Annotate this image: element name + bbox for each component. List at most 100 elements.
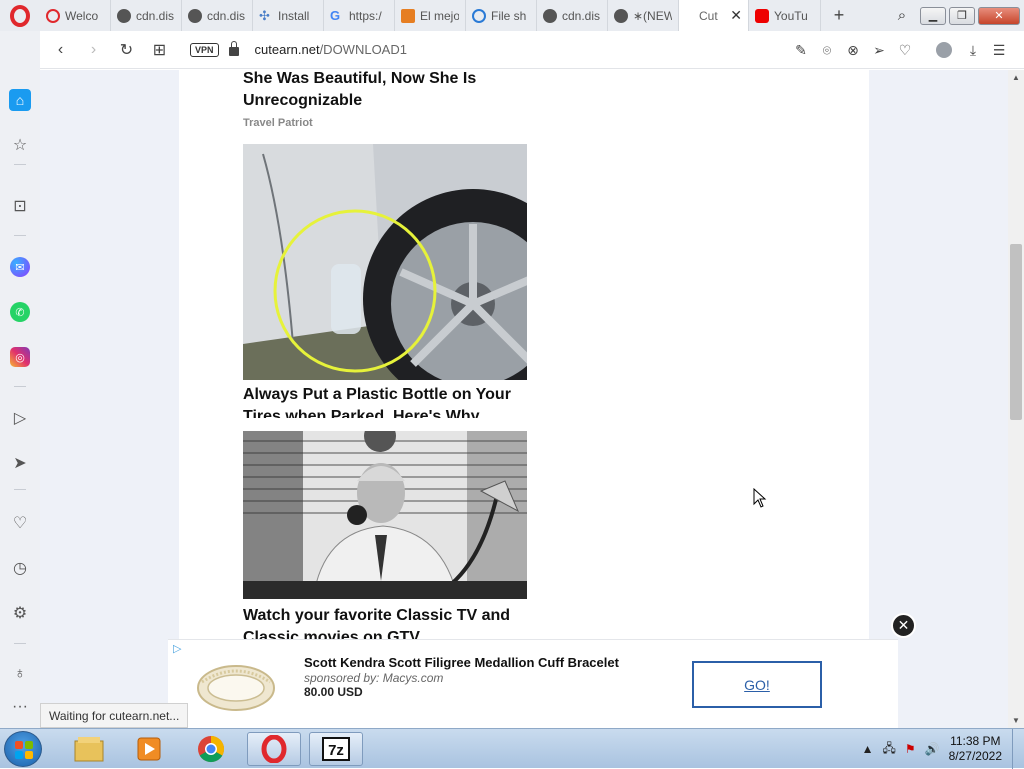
scrollbar-thumb[interactable]: [1010, 244, 1022, 420]
profile-avatar[interactable]: [936, 42, 952, 58]
tab-cdn-2[interactable]: cdn.dis: [182, 0, 253, 31]
back-button[interactable]: ‹: [44, 41, 77, 59]
whatsapp-icon[interactable]: ✆: [10, 302, 30, 322]
ad-go-button[interactable]: GO!: [692, 661, 822, 708]
shopping-bag-icon[interactable]: ⊡: [9, 195, 31, 217]
article-title-2[interactable]: Always Put a Plastic Bottle on Your Tire…: [243, 384, 527, 418]
clock-time: 11:38 PM: [950, 734, 1001, 748]
ad-sponsor: sponsored by: Macys.com: [304, 671, 444, 685]
url-domain: cutearn.net: [254, 42, 320, 57]
lock-icon[interactable]: [228, 41, 239, 56]
sidebar-divider: [14, 235, 26, 236]
folder-icon: [74, 737, 104, 762]
status-bar: Waiting for cutearn.net...: [40, 703, 189, 728]
opera-taskbar-button[interactable]: [247, 732, 301, 766]
new-tab-button[interactable]: +: [821, 5, 857, 26]
action-center-flag-icon[interactable]: ⚑: [905, 742, 916, 756]
7zip-taskbar-button[interactable]: 7z: [309, 732, 363, 766]
ad-choices-icon[interactable]: ▷: [173, 642, 181, 655]
tab-new[interactable]: ∗(NEW: [608, 0, 679, 31]
clock[interactable]: 11:38 PM 8/27/2022: [949, 734, 1002, 764]
globe-icon: [117, 8, 131, 23]
scroll-down-icon[interactable]: ▼: [1008, 716, 1024, 725]
bookmarks-heart-icon[interactable]: ♡: [9, 512, 31, 534]
windows-taskbar: 7z ▲ 🖧 ⚑ 🔊 11:38 PM 8/27/2022: [0, 728, 1024, 769]
history-clock-icon[interactable]: ◷: [9, 557, 31, 579]
article-image-tire[interactable]: [243, 144, 527, 380]
show-desktop-button[interactable]: [1012, 729, 1024, 769]
start-button[interactable]: [4, 731, 42, 767]
close-window-button[interactable]: ✕: [978, 6, 1020, 25]
volume-icon[interactable]: 🔊: [925, 742, 940, 756]
system-tray: ▲ 🖧 ⚑ 🔊 11:38 PM 8/27/2022: [862, 729, 1024, 769]
star-icon[interactable]: ☆: [9, 134, 31, 156]
article-source-1[interactable]: Travel Patriot: [243, 117, 313, 129]
tab-grid-icon[interactable]: ⊞: [143, 40, 176, 60]
network-icon[interactable]: 🖧: [883, 739, 896, 760]
forward-button[interactable]: ›: [77, 41, 110, 59]
opera-menu-button[interactable]: [0, 0, 40, 31]
tab-youtube[interactable]: YouTu: [749, 0, 821, 31]
scroll-up-icon[interactable]: ▲: [1008, 73, 1024, 82]
settings-gear-icon[interactable]: ⚙: [9, 602, 31, 624]
mouse-cursor-icon: [753, 488, 767, 508]
home-icon[interactable]: ⌂: [9, 89, 31, 111]
tab-file-share[interactable]: File sh: [466, 0, 537, 31]
instagram-icon[interactable]: ◎: [10, 347, 30, 367]
restore-button[interactable]: ❐: [949, 6, 975, 25]
tab-search-icon[interactable]: ⌕: [887, 7, 917, 24]
tray-expand-icon[interactable]: ▲: [862, 742, 874, 756]
opera-icon: [46, 8, 60, 23]
player-icon[interactable]: ▷: [9, 407, 31, 429]
close-tab-icon[interactable]: ✕: [730, 7, 742, 24]
snapshot-icon[interactable]: ⌾: [814, 42, 840, 59]
ad-close-button[interactable]: ✕: [891, 613, 916, 638]
chrome-icon: [198, 735, 225, 763]
article-title-1[interactable]: She Was Beautiful, Now She Is Unrecogniz…: [243, 70, 527, 112]
tab-google[interactable]: G https:/: [324, 0, 395, 31]
article-image-classic-tv[interactable]: [243, 431, 527, 599]
tab-el-mejor[interactable]: El mejo: [395, 0, 466, 31]
url-path: /DOWNLOAD1: [319, 42, 407, 57]
tab-welcome[interactable]: Welco: [40, 0, 111, 31]
tab-install[interactable]: ✣ Install: [253, 0, 324, 31]
media-player-icon: [137, 737, 161, 761]
tab-cdn-1[interactable]: cdn.dis: [111, 0, 182, 31]
tab-cdn-3[interactable]: cdn.dis: [537, 0, 608, 31]
vpn-badge[interactable]: VPN: [190, 42, 219, 57]
explorer-taskbar-button[interactable]: [62, 732, 116, 766]
article-title-2-clip: Always Put a Plastic Bottle on Your Tire…: [243, 384, 527, 418]
tab-cutearn-active[interactable]: Cut ✕: [679, 0, 749, 31]
reload-icon[interactable]: ↻: [110, 40, 143, 60]
opera-icon: [261, 735, 287, 763]
settings-sliders-icon[interactable]: ☰: [986, 42, 1012, 59]
messenger-icon[interactable]: ✉: [10, 257, 30, 277]
chrome-taskbar-button[interactable]: [184, 732, 238, 766]
send-icon[interactable]: ➢: [866, 42, 892, 59]
page-scrollbar[interactable]: ▲ ▼: [1008, 70, 1024, 728]
globe-icon: [614, 8, 628, 23]
edit-icon[interactable]: ✎: [788, 42, 814, 59]
opera-sidebar: ⌂ ☆ ⊡ ✉ ✆ ◎ ▷ ➤ ♡ ◷ ⚙ ♁ ···: [0, 31, 40, 728]
media-player-taskbar-button[interactable]: [122, 732, 176, 766]
tips-lightbulb-icon[interactable]: ♁: [9, 663, 31, 685]
url-field[interactable]: cutearn.net/DOWNLOAD1: [255, 42, 407, 57]
minimize-button[interactable]: ▁: [920, 6, 946, 25]
download-icon[interactable]: ⤓: [960, 42, 986, 59]
pencil-icon: [401, 8, 415, 23]
address-bar: ‹ › ↻ ⊞ VPN cutearn.net/DOWNLOAD1 ✎ ⌾ ⊗ …: [40, 31, 1024, 69]
windows-logo-icon: [15, 741, 33, 759]
more-options-icon[interactable]: ···: [9, 696, 31, 718]
globe-icon: [543, 8, 557, 23]
sidebar-divider: [14, 164, 26, 165]
ad-product-title[interactable]: Scott Kendra Scott Filigree Medallion Cu…: [304, 655, 619, 670]
7zip-icon: 7z: [322, 737, 350, 761]
adblock-icon[interactable]: ⊗: [840, 42, 866, 59]
address-actions: ✎ ⌾ ⊗ ➢ ♡ ⤓ ☰: [788, 31, 1012, 69]
flow-send-icon[interactable]: ➤: [9, 452, 31, 474]
heart-icon[interactable]: ♡: [892, 42, 918, 59]
bracelet-image[interactable]: [192, 652, 280, 718]
sidebar-divider: [14, 643, 26, 644]
article-title-3[interactable]: Watch your favorite Classic TV and Class…: [243, 605, 527, 639]
tire-bottle-image: [243, 144, 527, 380]
